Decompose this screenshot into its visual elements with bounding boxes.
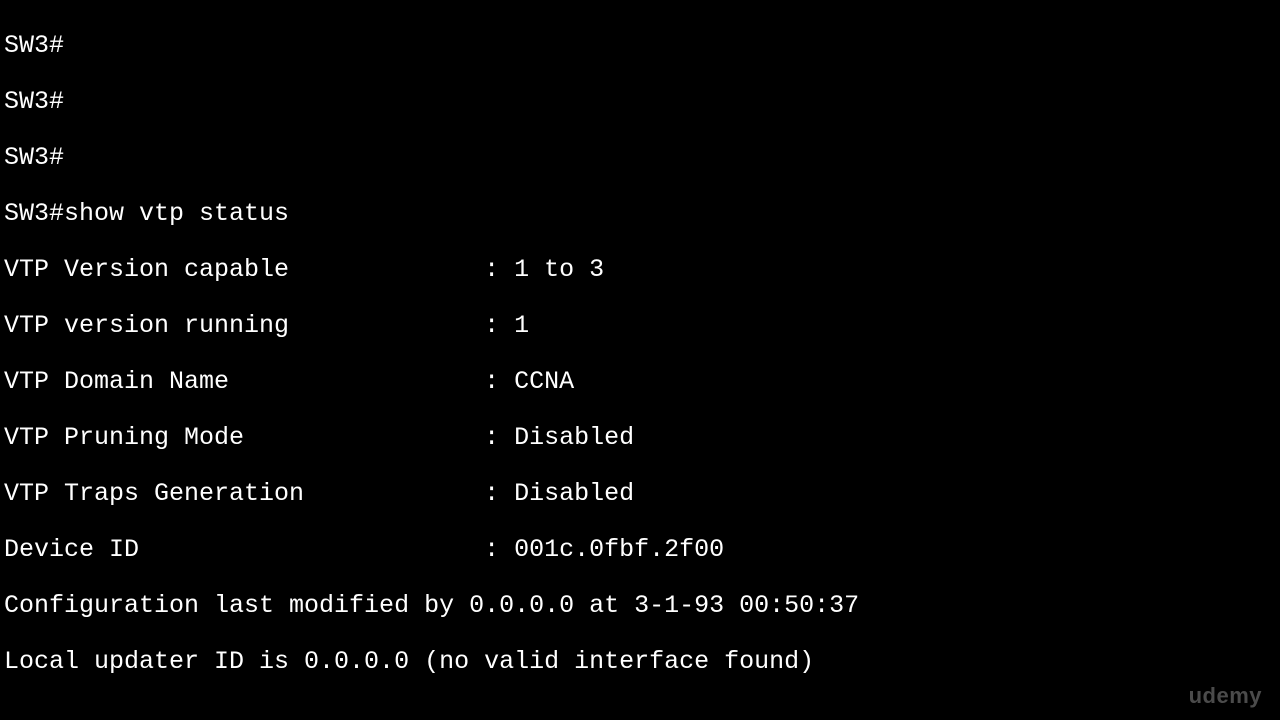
prompt-line: SW3# [4, 144, 1276, 172]
config-modified: Configuration last modified by 0.0.0.0 a… [4, 592, 1276, 620]
vtp-row-3: VTP Pruning Mode : Disabled [4, 424, 1276, 452]
vtp-row-4: VTP Traps Generation : Disabled [4, 480, 1276, 508]
terminal-output[interactable]: SW3# SW3# SW3# SW3#show vtp status VTP V… [0, 0, 1280, 720]
blank-line [4, 704, 1276, 720]
vtp-row-5: Device ID : 001c.0fbf.2f00 [4, 536, 1276, 564]
prompt-line: SW3# [4, 88, 1276, 116]
vtp-row-0: VTP Version capable : 1 to 3 [4, 256, 1276, 284]
vtp-row-2: VTP Domain Name : CCNA [4, 368, 1276, 396]
prompt-line: SW3# [4, 32, 1276, 60]
watermark-logo: udemy [1189, 682, 1262, 710]
vtp-row-1: VTP version running : 1 [4, 312, 1276, 340]
command-line: SW3#show vtp status [4, 200, 1276, 228]
local-updater: Local updater ID is 0.0.0.0 (no valid in… [4, 648, 1276, 676]
